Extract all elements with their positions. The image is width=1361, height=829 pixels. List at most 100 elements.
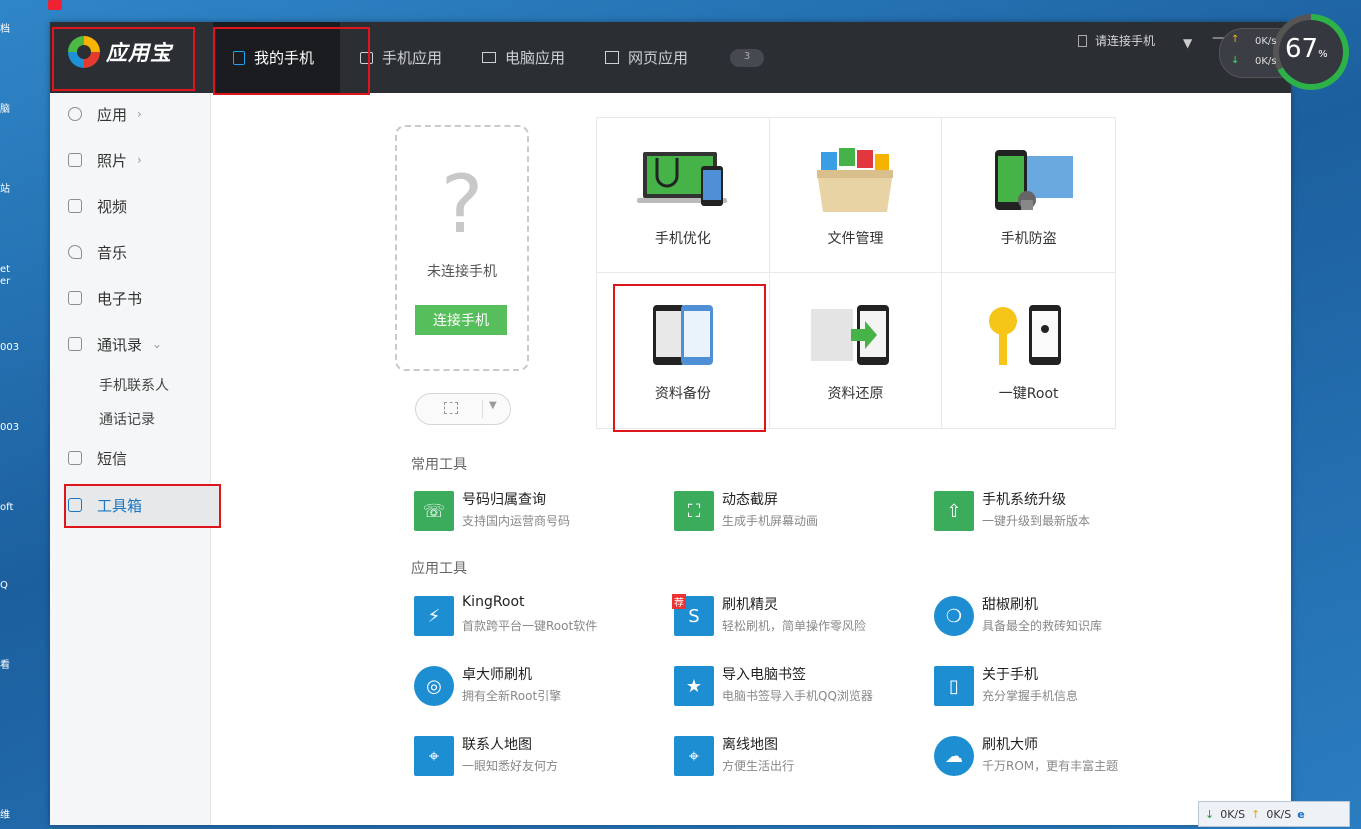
tool-desc: 支持国内运营商号码 <box>462 514 571 528</box>
tool-dynamic-screenshot[interactable]: ⛶ 动态截屏 生成手机屏幕动画 <box>674 489 914 533</box>
sidebar: 应用 › 照片 › 视频 音乐 电子书 通讯录 ⌄ 手机联系人 通话记录 短信 工具箱 <box>50 93 221 825</box>
tool-desc: 千万ROM，更有丰富主题 <box>982 759 1119 773</box>
usage-percent-value: 67 <box>1285 34 1319 64</box>
tool-name: 联系人地图 <box>462 737 532 753</box>
tab-count-badge[interactable]: 3 <box>730 48 765 67</box>
desktop-icon-label[interactable]: et <box>0 264 18 275</box>
tab-web-apps[interactable]: 网页应用 <box>585 22 708 93</box>
tool-contact-map[interactable]: ⌖ 联系人地图 一眼知悉好友何方 <box>414 734 654 778</box>
phone-upgrade-icon: ⇧ <box>934 491 974 531</box>
tool-desc: 一键升级到最新版本 <box>982 514 1091 528</box>
grid-item-label: 手机优化 <box>654 231 711 247</box>
download-arrow-icon: ↓ <box>1231 55 1240 66</box>
tool-shuaji-jingling[interactable]: S 荐刷机精灵 轻松刷机，简单操作零风险 <box>672 594 914 638</box>
sidebar-item-video[interactable]: 视频 <box>68 191 127 221</box>
sidebar-item-sms[interactable]: 短信 <box>68 443 127 473</box>
connect-phone-status[interactable]: 请连接手机 <box>1078 32 1155 49</box>
upload-speed: 0K/s <box>1255 36 1277 47</box>
network-speed-widget[interactable]: ↑ ↓ 0K/s 0K/s 67% <box>1219 14 1361 94</box>
webpage-icon <box>605 51 620 64</box>
tool-desc: 电脑书签导入手机QQ浏览器 <box>722 689 873 703</box>
tool-import-bookmarks[interactable]: ★ 导入电脑书签 电脑书签导入手机QQ浏览器 <box>674 664 914 708</box>
system-tray-speed[interactable]: ↓ 0K/S ↑ 0K/S e <box>1198 801 1350 827</box>
sidebar-item-label: 照片 <box>97 151 128 170</box>
desktop-icon-label[interactable]: 档 <box>0 24 18 35</box>
sidebar-subitem-call-log[interactable]: 通话记录 <box>99 409 155 429</box>
sidebar-item-label: 通讯录 <box>97 335 143 354</box>
grid-item-file-manager[interactable]: 文件管理 <box>769 118 943 273</box>
tab-pc-apps[interactable]: 电脑应用 <box>462 22 585 93</box>
grid-item-data-restore[interactable]: 资料还原 <box>770 273 943 428</box>
sidebar-item-label: 电子书 <box>97 289 143 308</box>
recommend-badge: 荐 <box>672 594 686 609</box>
desktop-icon-label[interactable]: er <box>0 276 18 287</box>
app-window: 应用宝 我的手机 手机应用 电脑应用 网页应用 3 请连接手机 ▼ — 应用 › … <box>50 22 1291 825</box>
tool-shuaji-dashi[interactable]: ☁ 刷机大师 千万ROM，更有丰富主题 <box>934 734 1174 778</box>
browser-icon[interactable]: e <box>1297 808 1304 821</box>
title-bar: 应用宝 我的手机 手机应用 电脑应用 网页应用 3 请连接手机 ▼ — <box>50 22 1291 95</box>
desktop-icon-label[interactable]: 维 <box>0 810 18 821</box>
grid-item-anti-theft[interactable]: 手机防盗 <box>942 118 1115 273</box>
tool-offline-map[interactable]: ⌖ 离线地图 方便生活出行 <box>674 734 914 778</box>
tool-about-phone[interactable]: ▯ 关于手机 充分掌握手机信息 <box>934 664 1174 708</box>
upload-arrow-icon: ↑ <box>1251 807 1261 821</box>
grid-item-label: 一键Root <box>998 386 1059 402</box>
grid-item-label: 文件管理 <box>827 231 884 247</box>
desktop-icon-label[interactable]: Q <box>0 580 18 591</box>
upload-arrow-icon: ↑ <box>1231 34 1240 45</box>
tool-name: 动态截屏 <box>722 492 778 508</box>
sidebar-item-label: 应用 <box>97 105 128 124</box>
tool-desc: 具备最全的救砖知识库 <box>982 619 1103 633</box>
chevron-down-icon[interactable]: ▼ <box>489 400 497 411</box>
connect-phone-button[interactable]: 连接手机 <box>415 305 507 335</box>
location-pin-icon: ⌖ <box>414 736 454 776</box>
tool-name: 导入电脑书签 <box>722 667 806 683</box>
phone-placeholder: ? 未连接手机 连接手机 <box>395 125 529 371</box>
tab-label: 网页应用 <box>628 49 689 67</box>
highlight-box-data-backup <box>613 284 766 432</box>
pepper-icon: ❍ <box>934 596 974 636</box>
desktop-icon-label[interactable]: 站 <box>0 184 18 195</box>
screenshot-button[interactable]: ▼ <box>415 393 511 425</box>
key-phone-icon <box>988 305 1061 365</box>
section-title-app-tools: 应用工具 <box>411 561 467 577</box>
tool-zhuodashi[interactable]: ◎ 卓大师刷机 拥有全新Root引擎 <box>414 664 654 708</box>
tool-tianjiao-shuaji[interactable]: ❍ 甜椒刷机具备最全的救砖知识库 <box>934 594 1174 638</box>
grid-item-label: 手机防盗 <box>1000 231 1057 247</box>
tool-desc: 首款跨平台一键Root软件 <box>462 619 598 633</box>
grid-item-one-click-root[interactable]: 一键Root <box>942 273 1115 428</box>
sidebar-item-contacts[interactable]: 通讯录 ⌄ <box>68 329 162 359</box>
sidebar-item-music[interactable]: 音乐 <box>68 237 127 267</box>
tool-desc: 生成手机屏幕动画 <box>722 514 819 528</box>
desktop-icon-label[interactable]: oft <box>0 502 18 513</box>
chevron-right-icon: › <box>137 153 142 167</box>
tool-kingroot[interactable]: ⚡ KingRoot 首款跨平台一键Root软件 <box>414 594 654 638</box>
desktop-icon-label[interactable]: 003 <box>0 342 19 353</box>
screenshot-icon <box>444 402 458 414</box>
sidebar-item-apps[interactable]: 应用 › <box>68 99 142 129</box>
section-title-common-tools: 常用工具 <box>411 457 467 473</box>
highlight-box-my-phone <box>213 27 370 95</box>
sidebar-item-ebook[interactable]: 电子书 <box>68 283 142 313</box>
book-icon <box>68 291 82 305</box>
music-icon <box>68 245 82 259</box>
download-speed: 0K/s <box>1255 56 1277 67</box>
desktop-icon[interactable] <box>0 0 62 12</box>
chevron-down-icon: ⌄ <box>152 337 163 351</box>
chevron-right-icon: › <box>137 107 142 121</box>
sidebar-item-photos[interactable]: 照片 › <box>68 145 142 175</box>
sidebar-subitem-phone-contacts[interactable]: 手机联系人 <box>99 375 169 395</box>
desktop-icon-label[interactable]: 003 <box>0 422 19 433</box>
sidebar-item-label: 短信 <box>97 449 128 468</box>
tool-number-lookup[interactable]: ☏ 号码归属查询 支持国内运营商号码 <box>414 489 654 533</box>
tool-system-upgrade[interactable]: ⇧ 手机系统升级 一键升级到最新版本 <box>934 489 1174 533</box>
highlight-box-logo <box>52 27 195 91</box>
tool-name: 甜椒刷机 <box>982 597 1038 613</box>
desktop-icon-label[interactable]: 看 <box>0 660 18 671</box>
grid-item-phone-optimize[interactable]: 手机优化 <box>597 118 770 273</box>
photo-icon <box>68 153 82 167</box>
phone-search-icon: ☏ <box>414 491 454 531</box>
desktop-icon-label[interactable]: 脑 <box>0 104 18 115</box>
download-arrow-icon: ↓ <box>1205 807 1215 821</box>
menu-dropdown-icon[interactable]: ▼ <box>1183 36 1192 50</box>
